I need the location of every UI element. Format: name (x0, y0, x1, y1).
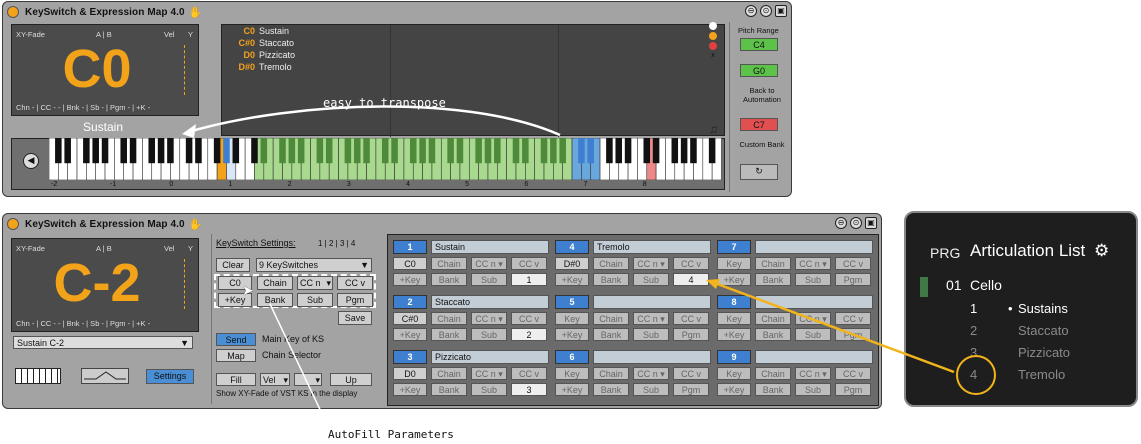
tremolo-arrow (706, 279, 955, 374)
